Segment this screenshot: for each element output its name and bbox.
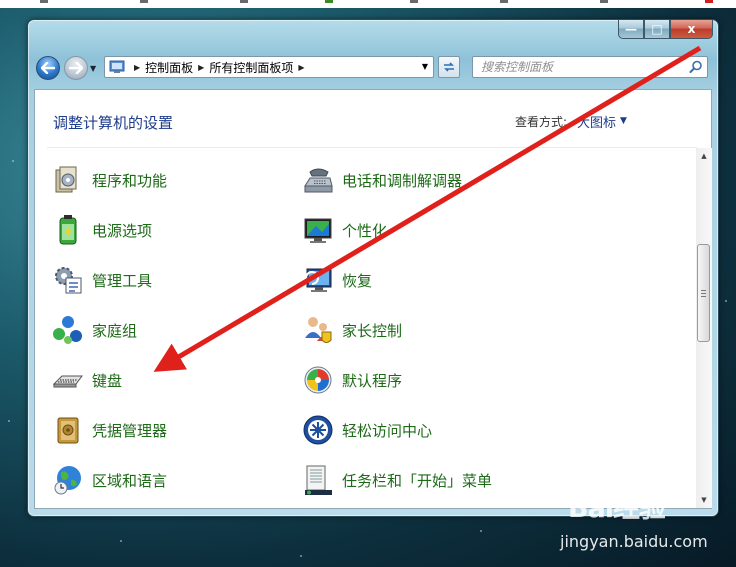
view-by-selector[interactable]: 大图标 xyxy=(577,112,616,131)
personalization-icon xyxy=(301,213,335,247)
ease-of-access-icon xyxy=(301,413,335,447)
breadcrumb-all-items[interactable]: 所有控制面板项 xyxy=(209,59,293,76)
taskbar-mark xyxy=(410,0,418,3)
admin-tools-icon xyxy=(51,263,85,297)
close-button[interactable]: x xyxy=(670,20,713,39)
cp-item-programs-features[interactable]: 程序和功能 xyxy=(51,160,301,200)
cp-item-label: 电源选项 xyxy=(92,221,153,240)
taskbar-mark xyxy=(705,0,713,3)
address-bar[interactable]: ▶ 控制面板 ▶ 所有控制面板项 ▶ ▼ xyxy=(104,56,434,78)
search-input[interactable] xyxy=(477,59,681,75)
default-programs-icon xyxy=(301,363,335,397)
cp-item-label: 区域和语言 xyxy=(92,471,168,490)
vertical-scrollbar[interactable]: ▲ ▼ xyxy=(696,148,712,508)
cp-item-personalization[interactable]: 个性化 xyxy=(301,210,551,250)
forward-arrow-icon xyxy=(69,62,83,74)
background-star xyxy=(480,530,482,532)
search-icon[interactable] xyxy=(689,60,703,74)
background-star xyxy=(120,540,122,542)
control-panel-window: — □ x ▼ ▶ 控制面板 ▶ 所有控制面板项 ▶ ▼ 搜索控制面板 调整计算… xyxy=(27,19,719,517)
taskbar-mark xyxy=(325,0,333,3)
cp-item-label: 管理工具 xyxy=(92,271,153,290)
refresh-icon xyxy=(444,62,454,72)
phone-modem-icon xyxy=(301,163,335,197)
cp-item-ease-of-access[interactable]: 轻松访问中心 xyxy=(301,410,551,450)
baidu-watermark: Bai经验 jingyan.baidu.com xyxy=(560,486,730,556)
cp-item-label: 程序和功能 xyxy=(92,171,168,190)
background-star xyxy=(725,300,727,302)
cp-item-label: 任务栏和「开始」菜单 xyxy=(342,471,493,490)
cp-item-label: 个性化 xyxy=(342,221,388,240)
watermark-logo: Bai经验 xyxy=(568,493,666,524)
scroll-thumb[interactable] xyxy=(697,244,710,342)
cp-item-keyboard[interactable]: 键盘 xyxy=(51,360,301,400)
cp-item-label: 电话和调制解调器 xyxy=(342,171,463,190)
navigation-bar: ▼ ▶ 控制面板 ▶ 所有控制面板项 ▶ ▼ xyxy=(34,53,712,87)
cp-item-taskbar-start-menu[interactable]: 任务栏和「开始」菜单 xyxy=(301,460,551,500)
breadcrumb-separator: ▶ xyxy=(198,62,205,72)
homegroup-icon xyxy=(51,313,85,347)
power-options-icon xyxy=(51,213,85,247)
recent-pages-dropdown[interactable]: ▼ xyxy=(90,64,96,73)
parental-controls-icon xyxy=(301,313,335,347)
header-divider xyxy=(47,147,697,148)
caption-buttons: — □ x xyxy=(618,20,713,40)
taskbar-mark xyxy=(600,0,608,3)
programs-features-icon xyxy=(51,163,85,197)
forward-button[interactable] xyxy=(64,56,88,80)
cp-item-homegroup[interactable]: 家庭组 xyxy=(51,310,301,350)
cp-item-power-options[interactable]: 电源选项 xyxy=(51,210,301,250)
cp-item-parental-controls[interactable]: 家长控制 xyxy=(301,310,551,350)
refresh-button[interactable] xyxy=(438,56,460,78)
maximize-button[interactable]: □ xyxy=(644,20,670,39)
cp-item-label: 默认程序 xyxy=(342,371,403,390)
recovery-icon xyxy=(301,263,335,297)
background-star xyxy=(300,555,302,557)
cp-item-region-language[interactable]: 区域和语言 xyxy=(51,460,301,500)
breadcrumb-separator: ▶ xyxy=(298,62,305,72)
scroll-up-button[interactable]: ▲ xyxy=(696,148,712,164)
page-title: 调整计算机的设置 xyxy=(53,114,174,132)
back-button[interactable] xyxy=(36,56,60,80)
cp-item-default-programs[interactable]: 默认程序 xyxy=(301,360,551,400)
cp-item-credential-manager[interactable]: 凭据管理器 xyxy=(51,410,301,450)
desktop-top-strip xyxy=(0,0,736,8)
cp-item-admin-tools[interactable]: 管理工具 xyxy=(51,260,301,300)
cp-item-label: 凭据管理器 xyxy=(92,421,168,440)
cp-item-label: 恢复 xyxy=(342,271,373,290)
taskbar-mark xyxy=(240,0,248,3)
cp-item-label: 键盘 xyxy=(92,371,123,390)
control-panel-icon xyxy=(109,60,125,73)
breadcrumb-separator: ▶ xyxy=(134,62,141,72)
region-language-icon xyxy=(51,463,85,497)
cp-item-phone-modem[interactable]: 电话和调制解调器 xyxy=(301,160,551,200)
cp-item-recovery[interactable]: 恢复 xyxy=(301,260,551,300)
taskbar-start-menu-icon xyxy=(301,463,335,497)
keyboard-icon xyxy=(51,363,85,397)
chevron-down-icon[interactable]: ▼ xyxy=(620,116,627,126)
background-star xyxy=(12,160,14,162)
taskbar-mark xyxy=(40,0,48,3)
grip-icon xyxy=(701,289,706,297)
credential-manager-icon xyxy=(51,413,85,447)
breadcrumb-control-panel[interactable]: 控制面板 xyxy=(145,59,193,76)
back-arrow-icon xyxy=(41,62,55,74)
address-dropdown[interactable]: ▼ xyxy=(422,62,428,71)
cp-item-label: 家长控制 xyxy=(342,321,403,340)
view-by-label: 查看方式: xyxy=(515,115,568,129)
cp-item-label: 家庭组 xyxy=(92,321,138,340)
search-box xyxy=(472,56,708,78)
taskbar-mark xyxy=(140,0,148,3)
minimize-button[interactable]: — xyxy=(618,20,644,39)
content-area: 调整计算机的设置 查看方式: 大图标 ▼ 程序和功能 电源选项 管理工具 家庭组… xyxy=(34,89,712,509)
taskbar-mark xyxy=(500,0,508,3)
watermark-url: jingyan.baidu.com xyxy=(560,532,708,551)
background-star xyxy=(8,420,10,422)
cp-item-label: 轻松访问中心 xyxy=(342,421,433,440)
